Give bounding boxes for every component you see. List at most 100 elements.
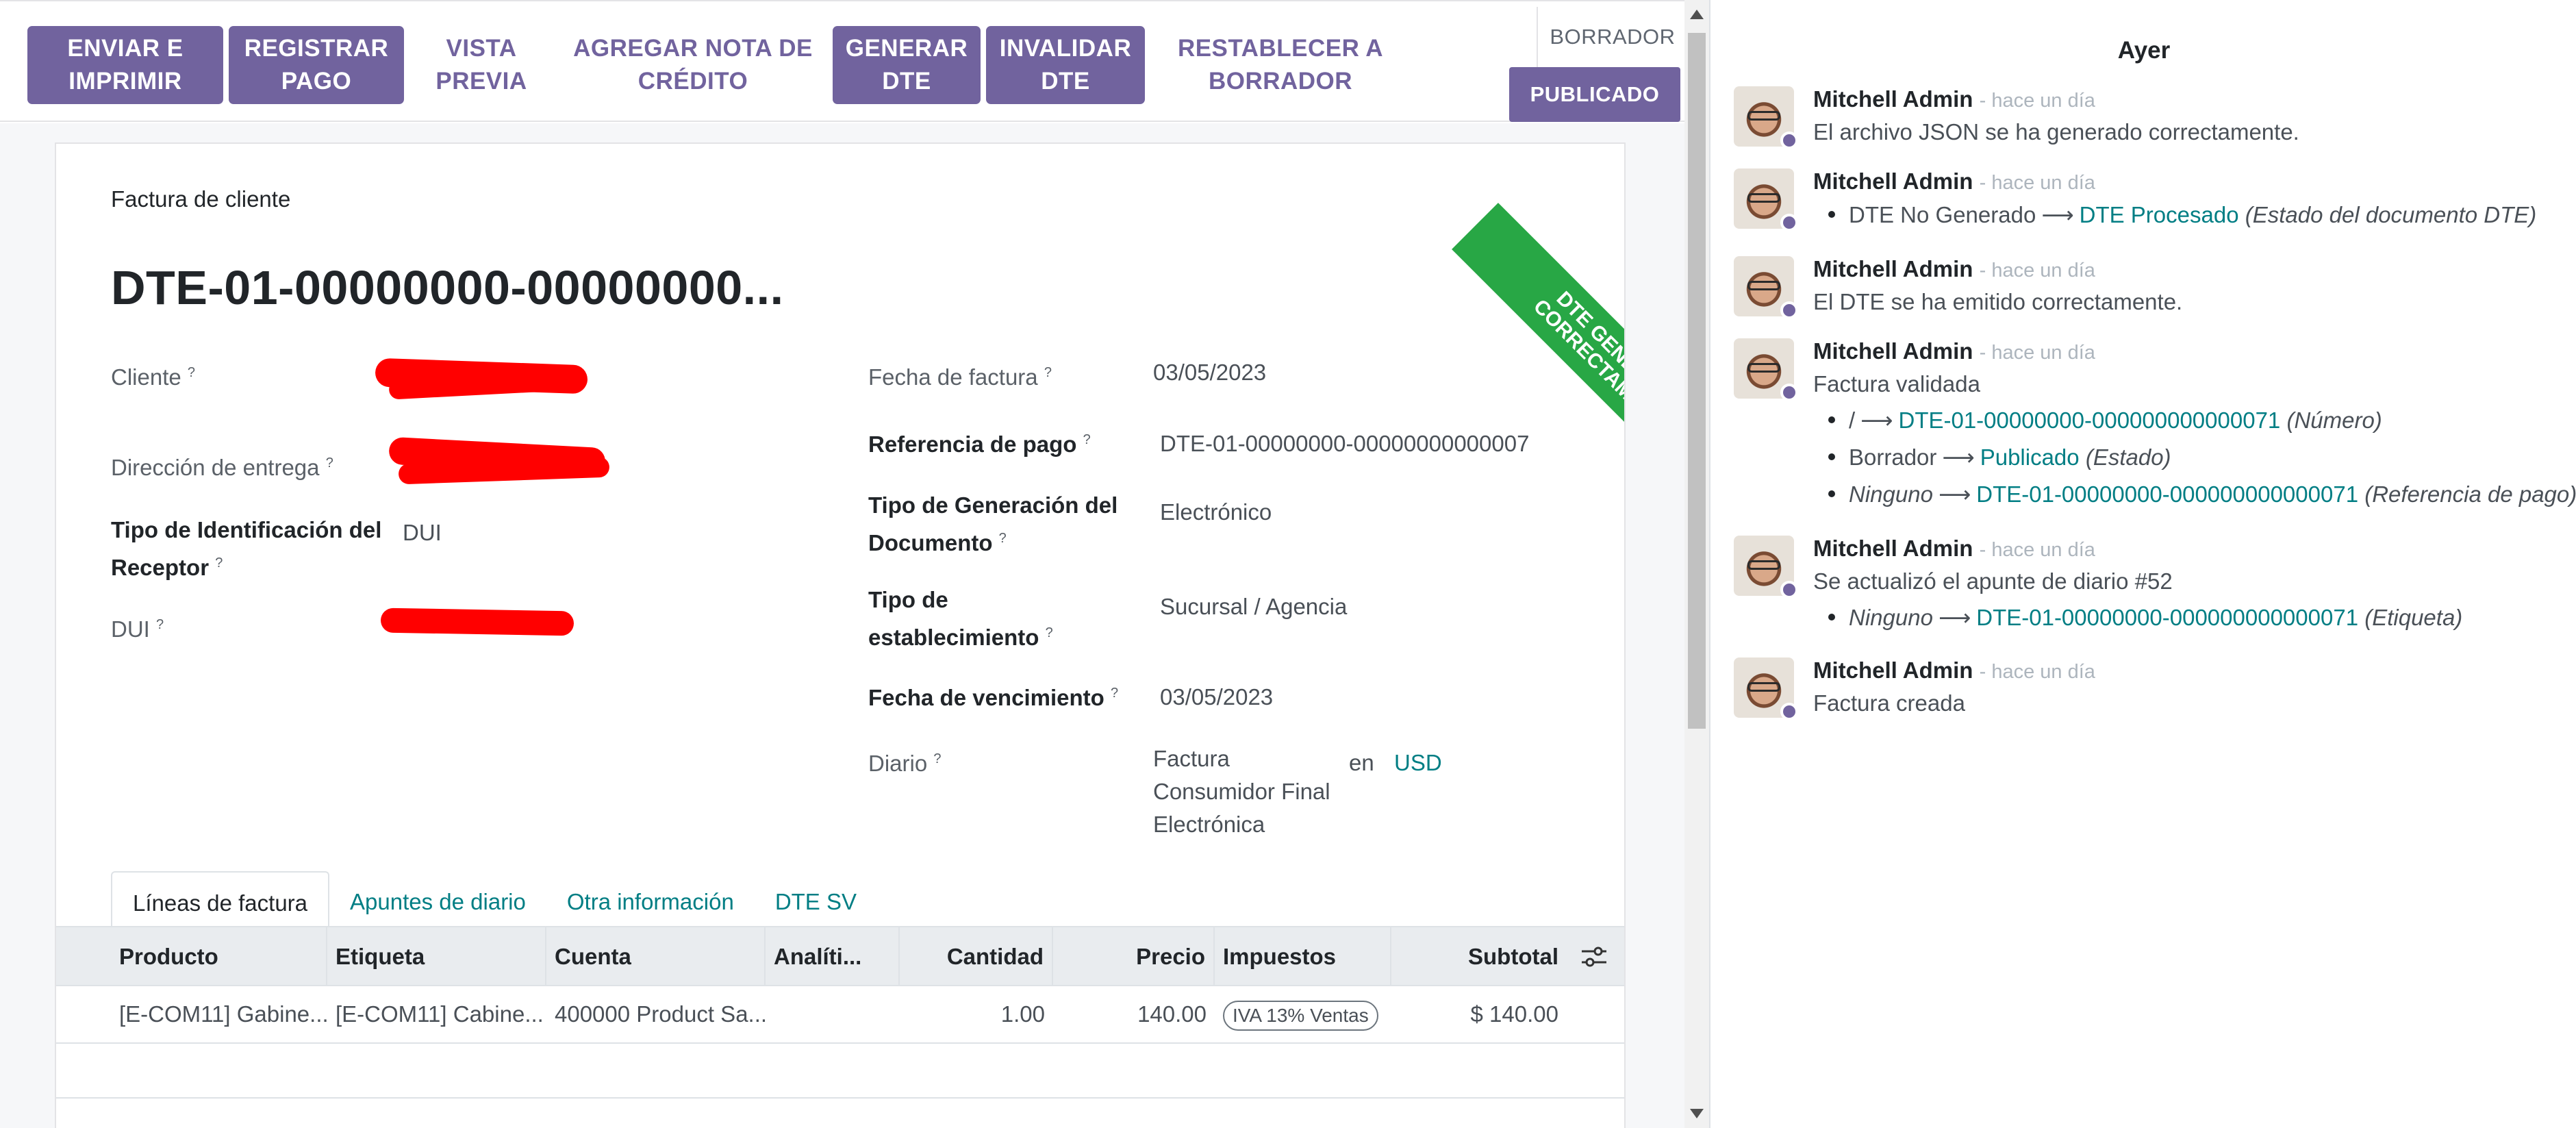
cell-taxes[interactable]: IVA 13% Ventas — [1215, 986, 1391, 1042]
avatar[interactable] — [1734, 536, 1798, 599]
tab-other-info[interactable]: Otra información — [546, 871, 755, 934]
establishment-type-label: Tipo de establecimiento ? — [868, 587, 1053, 650]
message-body: El archivo JSON se ha generado correctam… — [1813, 119, 2299, 145]
due-date-label: Fecha de vencimiento ? — [868, 685, 1119, 710]
generate-dte-button[interactable]: GENERAR DTE — [833, 26, 981, 104]
status-bar: ENVIAR E IMPRIMIR REGISTRAR PAGO VISTA P… — [0, 0, 1684, 122]
chatter-message: Mitchell Admin - hace un día El DTE se h… — [1734, 256, 2569, 325]
reset-to-draft-button[interactable]: RESTABLECER A BORRADOR — [1157, 26, 1404, 104]
tab-journal-items[interactable]: Apuntes de diario — [329, 871, 546, 934]
cell-account[interactable]: 400000 Product Sa... — [546, 986, 766, 1042]
form-scrollbar[interactable] — [1684, 0, 1709, 1128]
message-author[interactable]: Mitchell Admin - hace un día — [1813, 657, 2095, 684]
tracking-value: / ⟶ DTE-01-00000000-000000000000071 (Númer… — [1813, 407, 2382, 434]
dui-value-redacted[interactable] — [380, 607, 574, 636]
arrow-right-icon: ⟶ — [2041, 202, 2074, 227]
invoice-lines-table: Producto Etiqueta Cuenta Analíti... Cant… — [56, 926, 1624, 1099]
cell-product[interactable]: [E-COM11] Gabine... — [111, 986, 327, 1042]
invalidate-dte-button[interactable]: INVALIDAR DTE — [986, 26, 1145, 104]
help-icon: ? — [1110, 686, 1119, 701]
invoice-date-value[interactable]: 03/05/2023 — [1153, 356, 1266, 389]
column-header-analytic[interactable]: Analíti... — [766, 927, 900, 986]
stage-draft[interactable]: BORRADOR — [1537, 7, 1687, 67]
id-type-value[interactable]: DUI — [403, 516, 442, 549]
help-icon: ? — [156, 617, 164, 632]
payment-reference-label: Referencia de pago ? — [868, 431, 1091, 457]
column-header-price[interactable]: Precio — [1053, 927, 1215, 986]
tax-badge: IVA 13% Ventas — [1223, 1001, 1378, 1031]
arrow-right-icon: ⟶ — [1938, 605, 1971, 630]
chatter-message: Mitchell Admin - hace un día El archivo … — [1734, 86, 2569, 155]
stage-posted[interactable]: PUBLICADO — [1509, 67, 1680, 122]
tracking-value: Borrador ⟶ Publicado (Estado) — [1813, 444, 2171, 471]
avatar[interactable] — [1734, 256, 1798, 319]
invoice-date-label: Fecha de factura ? — [868, 364, 1052, 390]
cell-quantity[interactable]: 1.00 — [900, 986, 1053, 1042]
message-author[interactable]: Mitchell Admin - hace un día — [1813, 338, 2095, 364]
table-row-empty — [56, 1044, 1624, 1099]
message-date: - hace un día — [1979, 661, 2095, 683]
avatar[interactable] — [1734, 338, 1798, 401]
avatar[interactable] — [1734, 657, 1798, 720]
payment-reference-value[interactable]: DTE-01-00000000-00000000000007 — [1160, 427, 1529, 460]
invoice-sheet: Factura de cliente DTE-01-00000000-00000… — [55, 142, 1626, 1128]
scrollbar-thumb[interactable] — [1688, 33, 1706, 729]
message-author[interactable]: Mitchell Admin - hace un día — [1813, 536, 2095, 562]
column-header-taxes[interactable]: Impuestos — [1215, 927, 1391, 986]
invoice-subtype: Factura de cliente — [111, 186, 291, 212]
dte-generated-ribbon: DTE GENERADO CORRECTAMENTE — [1452, 203, 1624, 521]
help-icon: ? — [998, 531, 1007, 546]
message-author[interactable]: Mitchell Admin - hace un día — [1813, 86, 2095, 112]
chatter-panel: Ayer Mitchell Admin - hace un día El arc… — [1709, 0, 2576, 1128]
status-dot-icon — [1780, 131, 1798, 149]
register-payment-button[interactable]: REGISTRAR PAGO — [229, 26, 404, 104]
message-date: - hace un día — [1979, 342, 2095, 364]
due-date-value[interactable]: 03/05/2023 — [1160, 681, 1273, 714]
message-author[interactable]: Mitchell Admin - hace un día — [1813, 168, 2095, 195]
status-dot-icon — [1780, 214, 1798, 231]
generation-type-label: Tipo de Generación del Documento ? — [868, 492, 1118, 555]
status-dot-icon — [1780, 703, 1798, 720]
add-credit-note-button[interactable]: AGREGAR NOTA DE CRÉDITO — [561, 26, 824, 104]
tracking-value: Ninguno ⟶ DTE-01-00000000-000000000000071 … — [1813, 604, 2462, 631]
dte-ribbon-container: DTE GENERADO CORRECTAMENTE — [1323, 144, 1624, 568]
column-header-product[interactable]: Producto — [111, 927, 327, 986]
establishment-type-value[interactable]: Sucursal / Agencia — [1160, 590, 1347, 623]
cell-analytic[interactable] — [766, 986, 900, 1042]
column-header-quantity[interactable]: Cantidad — [900, 927, 1053, 986]
status-dot-icon — [1780, 581, 1798, 599]
arrow-right-icon: ⟶ — [1942, 444, 1975, 470]
send-print-button[interactable]: ENVIAR E IMPRIMIR — [27, 26, 223, 104]
invoice-form-panel: ENVIAR E IMPRIMIR REGISTRAR PAGO VISTA P… — [0, 0, 1709, 1128]
currency-value[interactable]: USD — [1394, 747, 1442, 779]
id-type-label: Tipo de Identificación del Receptor ? — [111, 517, 382, 580]
column-header-account[interactable]: Cuenta — [546, 927, 766, 986]
help-icon: ? — [1044, 365, 1052, 380]
journal-value[interactable]: Factura Consumidor Final Electrónica — [1153, 742, 1331, 841]
optional-columns-icon[interactable] — [1580, 945, 1608, 968]
avatar[interactable] — [1734, 86, 1798, 149]
arrow-right-icon: ⟶ — [1860, 408, 1893, 433]
tracking-value: Ninguno ⟶ DTE-01-00000000-000000000000071 … — [1813, 481, 2576, 507]
generation-type-value[interactable]: Electrónico — [1160, 496, 1272, 529]
message-body: Factura creada — [1813, 690, 1965, 716]
avatar[interactable] — [1734, 168, 1798, 231]
column-header-label[interactable]: Etiqueta — [327, 927, 546, 986]
cell-price[interactable]: 140.00 — [1053, 986, 1215, 1042]
scroll-down-icon[interactable] — [1690, 1109, 1704, 1118]
scroll-up-icon[interactable] — [1690, 10, 1704, 19]
table-header: Producto Etiqueta Cuenta Analíti... Cant… — [56, 926, 1624, 986]
column-header-subtotal[interactable]: Subtotal — [1391, 927, 1567, 986]
arrow-right-icon: ⟶ — [1938, 481, 1971, 507]
message-date: - hace un día — [1979, 260, 2095, 281]
table-row[interactable]: [E-COM11] Gabine... [E-COM11] Cabine... … — [56, 986, 1624, 1044]
date-separator: Ayer — [2117, 37, 2171, 64]
tab-dte-sv[interactable]: DTE SV — [755, 871, 877, 934]
cell-label[interactable]: [E-COM11] Cabine... — [327, 986, 546, 1042]
tab-invoice-lines[interactable]: Líneas de factura — [111, 871, 330, 934]
preview-button[interactable]: VISTA PREVIA — [411, 26, 552, 104]
message-author[interactable]: Mitchell Admin - hace un día — [1813, 256, 2095, 282]
help-icon: ? — [1045, 625, 1053, 640]
cell-subtotal: $ 140.00 — [1470, 1001, 1558, 1027]
status-dot-icon — [1780, 384, 1798, 401]
